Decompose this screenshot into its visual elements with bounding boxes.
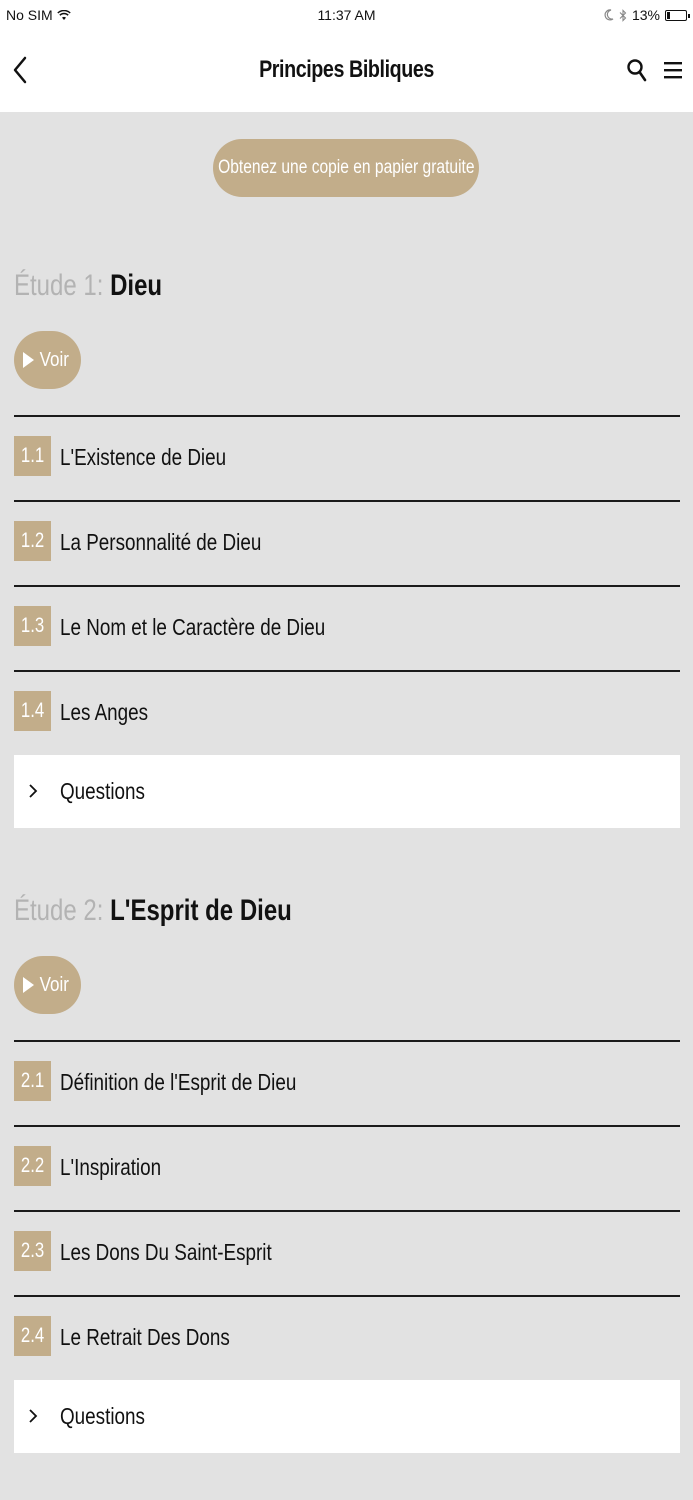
questions-row[interactable]: Questions — [14, 755, 680, 828]
menu-icon[interactable] — [663, 60, 683, 80]
lesson-number: 1.2 — [14, 521, 51, 561]
lesson-item[interactable]: 1.3 Le Nom et le Caractère de Dieu — [14, 585, 680, 670]
lesson-item[interactable]: 2.2 L'Inspiration — [14, 1125, 680, 1210]
lesson-title: Les Anges — [60, 699, 149, 725]
lesson-list: 1.1 L'Existence de Dieu 1.2 La Personnal… — [14, 415, 680, 828]
study-section-2: Étude 2: L'Esprit de Dieu Voir 2.1 Défin… — [14, 894, 680, 1453]
battery-icon — [665, 9, 690, 21]
lesson-item[interactable]: 2.1 Définition de l'Esprit de Dieu — [14, 1040, 680, 1125]
study-name: L'Esprit de Dieu — [110, 894, 292, 927]
study-prefix: Étude 1: — [14, 269, 104, 302]
battery-percent: 13% — [631, 7, 660, 23]
lesson-title: Le Retrait Des Dons — [60, 1324, 230, 1350]
study-heading: Étude 2: L'Esprit de Dieu — [14, 894, 680, 934]
lesson-title: Les Dons Du Saint-Esprit — [60, 1239, 272, 1265]
play-icon — [23, 977, 35, 993]
lesson-list: 2.1 Définition de l'Esprit de Dieu 2.2 L… — [14, 1040, 680, 1453]
back-chevron-icon[interactable] — [10, 52, 34, 88]
lesson-item[interactable]: 1.2 La Personnalité de Dieu — [14, 500, 680, 585]
lesson-title: L'Existence de Dieu — [60, 444, 227, 470]
status-bar: No SIM 11:37 AM 13% — [0, 0, 693, 32]
study-section-1: Étude 1: Dieu Voir 1.1 L'Existence de Di… — [14, 269, 680, 828]
lesson-title: Le Nom et le Caractère de Dieu — [60, 614, 326, 640]
lesson-number: 2.3 — [14, 1231, 51, 1271]
watch-button[interactable]: Voir — [14, 331, 81, 389]
lesson-item[interactable]: 1.1 L'Existence de Dieu — [14, 415, 680, 500]
chevron-right-icon — [29, 1409, 38, 1423]
lesson-item[interactable]: 2.4 Le Retrait Des Dons — [14, 1295, 680, 1380]
lesson-title: L'Inspiration — [60, 1154, 162, 1180]
lesson-item[interactable]: 2.3 Les Dons Du Saint-Esprit — [14, 1210, 680, 1295]
questions-label: Questions — [60, 1403, 145, 1429]
nav-bar: Principes Bibliques — [0, 32, 693, 112]
play-icon — [23, 352, 35, 368]
search-icon[interactable] — [626, 58, 648, 84]
lesson-number: 1.4 — [14, 691, 51, 731]
lesson-number: 1.3 — [14, 606, 51, 646]
bluetooth-icon — [619, 8, 627, 22]
lesson-item[interactable]: 1.4 Les Anges — [14, 670, 680, 755]
lesson-number: 1.1 — [14, 436, 51, 476]
lesson-title: Définition de l'Esprit de Dieu — [60, 1069, 297, 1095]
page-title: Principes Bibliques — [259, 56, 434, 83]
watch-button[interactable]: Voir — [14, 956, 81, 1014]
questions-label: Questions — [60, 778, 145, 804]
study-heading: Étude 1: Dieu — [14, 269, 680, 309]
study-prefix: Étude 2: — [14, 894, 104, 927]
free-copy-button[interactable]: Obtenez une copie en papier gratuite — [213, 139, 479, 197]
lesson-number: 2.4 — [14, 1316, 51, 1356]
chevron-right-icon — [29, 784, 38, 798]
lesson-number: 2.2 — [14, 1146, 51, 1186]
study-name: Dieu — [110, 269, 163, 302]
questions-row[interactable]: Questions — [14, 1380, 680, 1453]
clock: 11:37 AM — [317, 7, 376, 23]
lesson-number: 2.1 — [14, 1061, 51, 1101]
status-right: 13% — [604, 7, 690, 23]
moon-icon — [604, 9, 614, 21]
lesson-title: La Personnalité de Dieu — [60, 529, 262, 555]
